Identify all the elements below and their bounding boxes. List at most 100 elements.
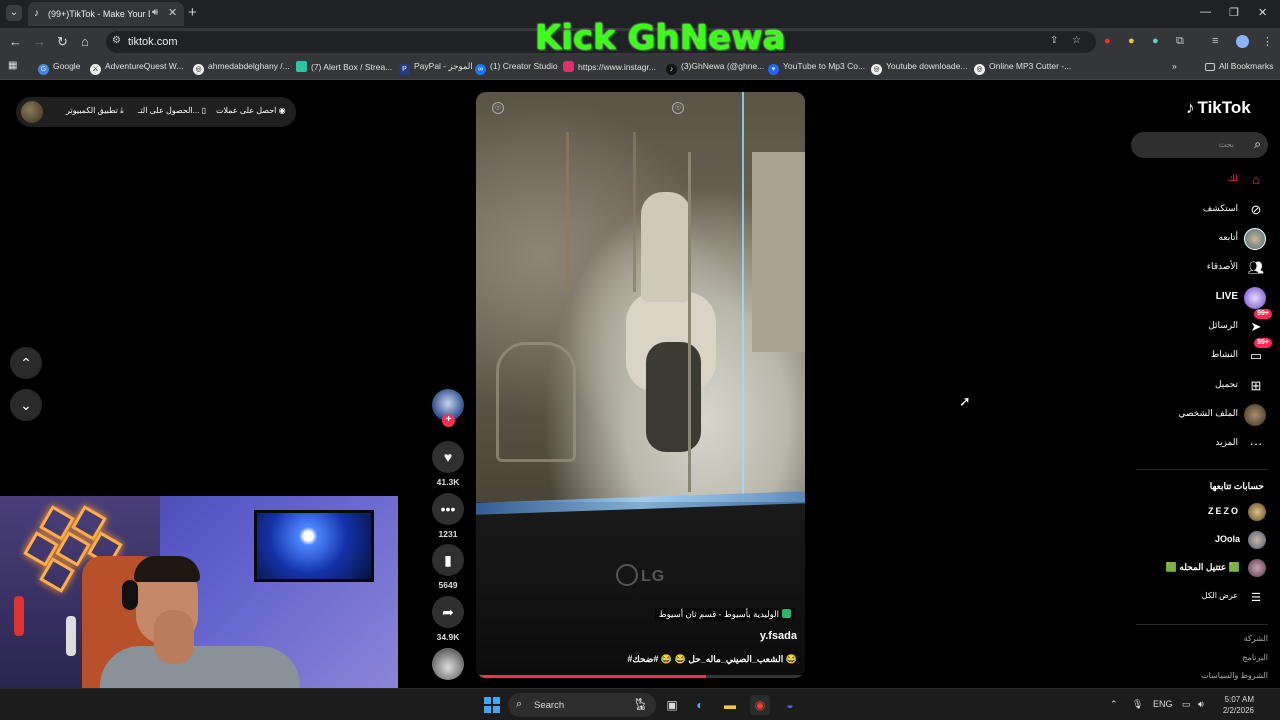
video-progress-bar[interactable] — [476, 675, 805, 678]
search-icon: ⌕ — [516, 698, 523, 710]
nav-live[interactable]: LIVE — [1140, 286, 1268, 310]
video-location-tag[interactable]: الوليدية بأسيوط - قسم ثان أسيوط — [654, 608, 795, 621]
video-caption[interactable]: #الشعب_الصيني_ماله_حل 😂 😂 #ضحك 😂 — [627, 654, 797, 665]
minimize-button[interactable]: — — [1200, 6, 1211, 18]
all-bookmarks-folder[interactable]: All Bookmarks — [1205, 61, 1273, 71]
site-info-icon[interactable]: ⚙ — [112, 35, 121, 46]
bookmark-item[interactable]: ⚔ AdventureQuest W... — [90, 61, 183, 75]
menu-icon[interactable]: ⋮ — [1262, 35, 1273, 48]
nav-upload[interactable]: تحميل ⊞ — [1140, 374, 1268, 398]
followed-account[interactable]: JOola — [1140, 529, 1268, 551]
profile-avatar-icon[interactable] — [1236, 35, 1249, 48]
reload-button[interactable]: ↻ — [57, 34, 68, 50]
active-tab[interactable]: ♪ (99+)TikTok - Make Your Da 🔊︎ ✕ — [28, 2, 184, 26]
video-scene-chair — [496, 342, 576, 462]
user-avatar[interactable] — [21, 101, 43, 123]
nav-more[interactable]: المزيد ··· — [1140, 432, 1268, 456]
speaker-icon[interactable]: 🔊︎ — [152, 7, 158, 18]
save-count: 5649 — [438, 580, 458, 590]
search-icon[interactable]: ⌕ — [1254, 137, 1261, 152]
bookmark-item[interactable]: G Google — [38, 61, 80, 75]
footer-link[interactable]: الشروط والسياسات — [1201, 671, 1268, 680]
bookmark-star-icon[interactable]: ☆ — [1072, 35, 1081, 46]
bookmark-item[interactable]: ◎ ahmedabdelghany /... — [193, 61, 290, 75]
bookmark-item[interactable]: ♪ (3)GhNewa (@ghne... — [666, 61, 764, 75]
volume-icon[interactable]: 🔊︎ — [1198, 699, 1204, 710]
nav-for-you[interactable]: لك ⌂ — [1140, 168, 1268, 192]
footer-link[interactable]: البرنامج — [1242, 653, 1268, 662]
download-desktop-app-link[interactable]: تطبيق الكمبيوتر ⤓ — [66, 106, 124, 116]
followed-account[interactable]: ZEZO — [1140, 501, 1268, 523]
home-button[interactable]: ⌂ — [81, 34, 89, 49]
previous-video-button[interactable]: ⌃ — [10, 347, 42, 379]
taskbar-search[interactable]: ⌕ Search 🦌︎ — [508, 693, 656, 717]
bookmark-item[interactable]: P PayPal - الموجز — [399, 61, 473, 75]
windows-start-icon[interactable] — [484, 697, 500, 713]
bookmark-item[interactable]: ∞ (1) Creator Studio — [475, 61, 558, 75]
discord-icon[interactable]: ◒ — [780, 695, 800, 715]
see-all-link[interactable]: عرض الكل ☰ — [1140, 586, 1268, 610]
bookmark-icon[interactable]: ▮ — [432, 544, 464, 576]
microphone-icon[interactable]: 🎙︎ — [1132, 699, 1143, 710]
headset-icon — [122, 580, 138, 610]
sidebar-divider — [1136, 624, 1268, 625]
nav-following[interactable]: أتابعه — [1140, 227, 1268, 251]
follow-plus-icon[interactable]: + — [442, 414, 455, 427]
restore-button[interactable]: ❐ — [1229, 6, 1239, 19]
extension-icon[interactable]: ● — [1152, 35, 1159, 47]
forward-button[interactable]: → — [33, 34, 46, 49]
bookmark-item[interactable]: ◎ Online MP3 Cutter -... — [974, 61, 1071, 75]
more-bookmarks-chevron-icon[interactable]: » — [1172, 61, 1177, 71]
new-tab-button[interactable]: + — [188, 4, 197, 21]
sound-avatar[interactable] — [432, 648, 464, 680]
extension-icon[interactable]: ● — [1128, 35, 1135, 47]
taskbar-clock[interactable]: 5:07 AM 2/2/2026 — [1218, 694, 1254, 716]
file-explorer-icon[interactable]: ▬ — [720, 695, 740, 715]
language-indicator[interactable]: ENG — [1153, 699, 1173, 709]
video-scene-light — [742, 92, 744, 502]
heart-icon[interactable]: ♥ — [432, 441, 464, 473]
video-player[interactable]: ◎ ◎ LG الوليدية بأسيوط - قسم ثان أسيوط y… — [476, 92, 805, 678]
next-video-button[interactable]: ⌄ — [10, 389, 42, 421]
nav-messages[interactable]: الرسائل ➤ 99+ — [1140, 309, 1272, 339]
comment-action[interactable]: ••• 1231 — [432, 493, 464, 539]
comment-icon[interactable]: ••• — [432, 493, 464, 525]
nav-activity[interactable]: النشاط ▭ 99+ — [1140, 338, 1272, 368]
close-window-button[interactable]: ✕ — [1258, 6, 1267, 19]
video-scene-pole — [688, 152, 691, 492]
chrome-icon[interactable]: ◉ — [750, 695, 770, 715]
tab-search-button[interactable]: ⌄ — [6, 5, 22, 21]
install-app-icon[interactable]: ⇪ — [1050, 35, 1058, 46]
mouse-cursor-icon: ➚ — [959, 393, 971, 409]
activity-badge: 99+ — [1254, 338, 1272, 348]
get-coins-link[interactable]: احصل على عملات ◉ — [216, 106, 286, 115]
media-icon[interactable]: ≡ — [1212, 35, 1218, 47]
task-view-icon[interactable]: ▣ — [662, 695, 682, 715]
bookmark-item[interactable]: ◎ Youtube downloade... — [871, 61, 967, 75]
back-button[interactable]: ← — [9, 34, 22, 49]
nav-friends[interactable]: الأصدقاء 👥︎ — [1140, 256, 1268, 280]
bookmark-item[interactable]: (7) Alert Box / Strea... — [296, 61, 392, 72]
like-action[interactable]: ♥ 41.3K — [432, 441, 464, 487]
tiktok-logo[interactable]: ♪ TikTok — [1186, 98, 1251, 118]
followed-account[interactable]: 🟩 عتتيل المحله 🟩 — [1140, 557, 1268, 579]
save-action[interactable]: ▮ 5649 — [432, 544, 464, 590]
footer-link[interactable]: الشركة — [1244, 634, 1268, 643]
extensions-puzzle-icon[interactable]: ⧉ — [1176, 35, 1184, 48]
share-action[interactable]: ➦ 34.9K — [432, 596, 464, 642]
apps-grid-icon[interactable]: ▦ — [8, 60, 17, 71]
search-input[interactable]: بحث ⌕ — [1131, 132, 1268, 158]
network-icon[interactable]: ▭ — [1182, 699, 1191, 710]
bookmark-item[interactable]: https://www.instagr... — [563, 61, 656, 72]
edge-icon[interactable]: ◐ — [690, 695, 710, 715]
get-app-link[interactable]: الحصول على التـ... ▯ — [138, 106, 206, 115]
video-username[interactable]: y.fsada — [760, 630, 797, 642]
bookmark-item[interactable]: ▾ YouTube to Mp3 Co... — [768, 61, 865, 75]
figurine — [66, 616, 76, 656]
close-tab-icon[interactable]: ✕ — [168, 6, 177, 19]
share-icon[interactable]: ➦ — [432, 596, 464, 628]
nav-explore[interactable]: استكشف ⊘ — [1140, 198, 1268, 222]
tray-chevron-icon[interactable]: ⌃ — [1110, 699, 1118, 710]
extension-icon[interactable]: ● — [1104, 35, 1111, 47]
nav-profile[interactable]: الملف الشخصي — [1140, 403, 1268, 427]
